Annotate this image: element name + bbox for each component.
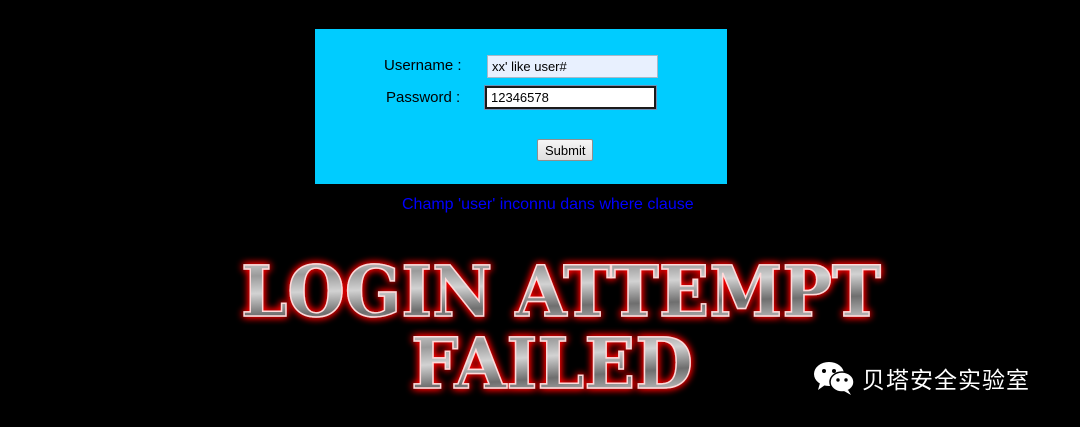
banner-line-2: FAILED [411,322,693,405]
wechat-icon [814,362,855,395]
watermark: 贝塔安全实验室 [812,360,1030,396]
watermark-text: 贝塔安全实验室 [862,368,1030,394]
banner-line-1: LOGIN ATTEMPT [241,250,881,333]
page: Username : Password : Submit Champ 'user… [0,0,1080,427]
